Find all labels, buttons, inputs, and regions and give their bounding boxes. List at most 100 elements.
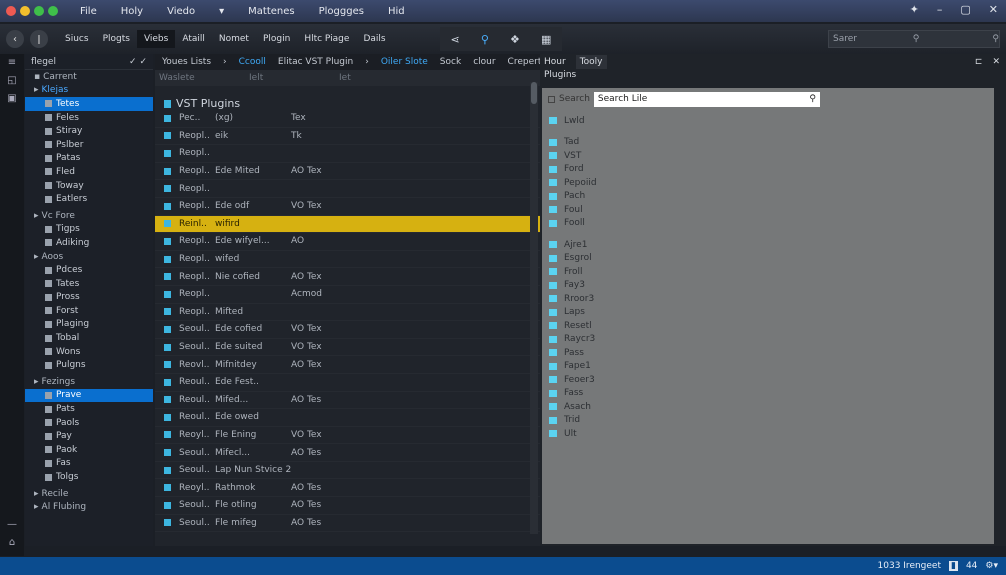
table-row[interactable]: Reoul.. Mifed... AO Tes	[155, 392, 540, 410]
folder-item[interactable]: Tad	[542, 136, 994, 150]
search-icon[interactable]: ⚲	[913, 34, 993, 44]
folder-item[interactable]: Feoer3	[542, 373, 994, 387]
column-header[interactable]: Ielt	[245, 73, 335, 83]
close-icon[interactable]: ✕	[992, 57, 1000, 67]
sidebar-item[interactable]: Pdces	[25, 263, 153, 277]
chevron-icon[interactable]: ▪	[34, 72, 40, 82]
checkbox[interactable]	[548, 95, 555, 103]
sidebar-item[interactable]: ▸ Aoos	[25, 250, 153, 264]
breadcrumb-item[interactable]: Sock	[440, 57, 461, 67]
tab-item[interactable]: Nomet	[212, 30, 256, 48]
table-row[interactable]: Reoyl.. Fle Ening VO Tex	[155, 427, 540, 445]
table-row[interactable]: Reoul.. Ede Fest..	[155, 374, 540, 392]
menu-item[interactable]: Holy	[121, 6, 143, 17]
breadcrumb-item[interactable]: Oiler Slote	[381, 57, 428, 67]
split-icon[interactable]: ⊏	[975, 57, 983, 67]
sidebar-item[interactable]: ▸ Fezings	[25, 375, 153, 389]
sidebar-item[interactable]: Fas	[25, 457, 153, 471]
breadcrumb-item[interactable]: Crepert	[508, 57, 542, 67]
sidebar-item[interactable]: Plaging	[25, 318, 153, 332]
table-row[interactable]: Seoul.. Mifecl... AO Tes	[155, 444, 540, 462]
sidebar-item[interactable]: Fled	[25, 165, 153, 179]
breadcrumb-item[interactable]: ›	[365, 57, 369, 67]
tab-item[interactable]: Plogts	[96, 30, 137, 48]
table-row[interactable]: Reopl.. Nie cofied AO Tex	[155, 268, 540, 286]
tab-item[interactable]: Ataill	[175, 30, 212, 48]
sidebar-item[interactable]: Pslber	[25, 138, 153, 152]
tab-item[interactable]: Plogin	[256, 30, 297, 48]
sidebar-item[interactable]: Stiray	[25, 124, 153, 138]
sidebar-item[interactable]: Forst	[25, 304, 153, 318]
sidebar-item[interactable]: ▸ Klejas	[25, 84, 153, 98]
folder-item[interactable]: Pepoiid	[542, 176, 994, 190]
tab-hour[interactable]: Hour	[544, 57, 566, 67]
table-row[interactable]: Reopl.. wifed	[155, 251, 540, 269]
folder-item[interactable]: Resetl	[542, 319, 994, 333]
folder-item[interactable]: Pass	[542, 346, 994, 360]
sidebar-item[interactable]: Eatlers	[25, 192, 153, 206]
image-icon[interactable]: ▣	[7, 93, 16, 104]
folder-item[interactable]: Fay3	[542, 279, 994, 293]
menu-item[interactable]: Viedo	[167, 6, 195, 17]
breadcrumb-item[interactable]: ›	[223, 57, 227, 67]
sidebar-item[interactable]: Pross	[25, 291, 153, 305]
table-row[interactable]: Seoul.. Ede suited VO Tex	[155, 339, 540, 357]
breadcrumb-item[interactable]: Youes Lists	[162, 57, 211, 67]
table-row[interactable]: Reopl.. Acmod	[155, 286, 540, 304]
scrollbar[interactable]	[530, 82, 538, 534]
grid-icon[interactable]: ▦	[541, 33, 551, 46]
sidebar-item[interactable]: Wons	[25, 345, 153, 359]
sidebar-item[interactable]: Paols	[25, 416, 153, 430]
search-input[interactable]: Sarer ⚲ ⚲	[828, 30, 1000, 48]
folder-item[interactable]: Fape1	[542, 360, 994, 374]
sidebar-item[interactable]: Pay	[25, 429, 153, 443]
back-button[interactable]: ‹	[6, 30, 24, 48]
chevron-icon[interactable]: ▸	[34, 252, 39, 262]
table-row[interactable]: Reopl.. eik Tk	[155, 128, 540, 146]
table-row[interactable]: Reopl..	[155, 180, 540, 198]
maximize-icon[interactable]: ▢	[960, 3, 970, 16]
tab-item[interactable]: Hltc Piage	[297, 30, 356, 48]
folder-item[interactable]: Asach	[542, 400, 994, 414]
check-icon[interactable]: ✓ ✓	[129, 57, 147, 67]
sidebar-item[interactable]: ▸ Recile	[25, 487, 153, 501]
settings-icon[interactable]: ⚙▾	[985, 561, 998, 571]
folder-item[interactable]: Foul	[542, 203, 994, 217]
info-button[interactable]: ǀ	[30, 30, 48, 48]
zoom-window-button[interactable]	[34, 6, 44, 16]
table-row[interactable]: Seoul.. Lap Nun Stvice 2.1T Or E	[155, 462, 540, 480]
folder-item[interactable]: VST	[542, 149, 994, 163]
menu-item[interactable]: Mattenes	[248, 6, 294, 17]
folder-item[interactable]: Raycr3	[542, 333, 994, 347]
minimize-icon[interactable]: –	[937, 3, 943, 16]
chevron-icon[interactable]: ▸	[34, 502, 39, 512]
breadcrumb-item[interactable]: clour	[473, 57, 495, 67]
home-icon[interactable]: ⌂	[9, 537, 15, 548]
sidebar-item[interactable]: Tates	[25, 277, 153, 291]
table-row[interactable]: Seoul.. Ede cofied VO Tex	[155, 321, 540, 339]
table-row[interactable]: Seoul.. Fle mifeg AO Tes	[155, 515, 540, 533]
tab-item[interactable]: Siucs	[58, 30, 96, 48]
sidebar-item[interactable]: Tetes	[25, 97, 153, 111]
folder-item[interactable]: Froll	[542, 265, 994, 279]
table-row[interactable]: Reopl.. Ede odf VO Tex	[155, 198, 540, 216]
column-header[interactable]: Iet	[335, 73, 425, 83]
search-icon[interactable]: ⚲	[992, 34, 999, 44]
chevron-icon[interactable]: ▸	[34, 211, 39, 221]
table-row[interactable]: Reopl.. Ede Mited AO Tex	[155, 163, 540, 181]
folder-item[interactable]: Fooll	[542, 217, 994, 231]
menu-icon[interactable]: ≡	[8, 57, 16, 68]
menu-item[interactable]: ▾	[219, 6, 224, 17]
table-row[interactable]: Reopl.. Ede wifyel... AO	[155, 233, 540, 251]
edit-icon[interactable]: ◱	[7, 75, 16, 86]
tab-item[interactable]: Viebs	[136, 30, 176, 48]
table-row[interactable]: Reopl.. Mifted	[155, 304, 540, 322]
breadcrumb-item[interactable]: Elitac VST Plugin	[278, 57, 353, 67]
sidebar-item[interactable]: Pats	[25, 402, 153, 416]
sidebar-item[interactable]: Patas	[25, 152, 153, 166]
sidebar-item[interactable]: ▪ Carrent	[25, 70, 153, 84]
folder-item[interactable]: Fass	[542, 387, 994, 401]
sidebar-item[interactable]: Tolgs	[25, 470, 153, 484]
menu-item[interactable]: Ploggges	[319, 6, 364, 17]
sidebar-item[interactable]: Pulgns	[25, 358, 153, 372]
